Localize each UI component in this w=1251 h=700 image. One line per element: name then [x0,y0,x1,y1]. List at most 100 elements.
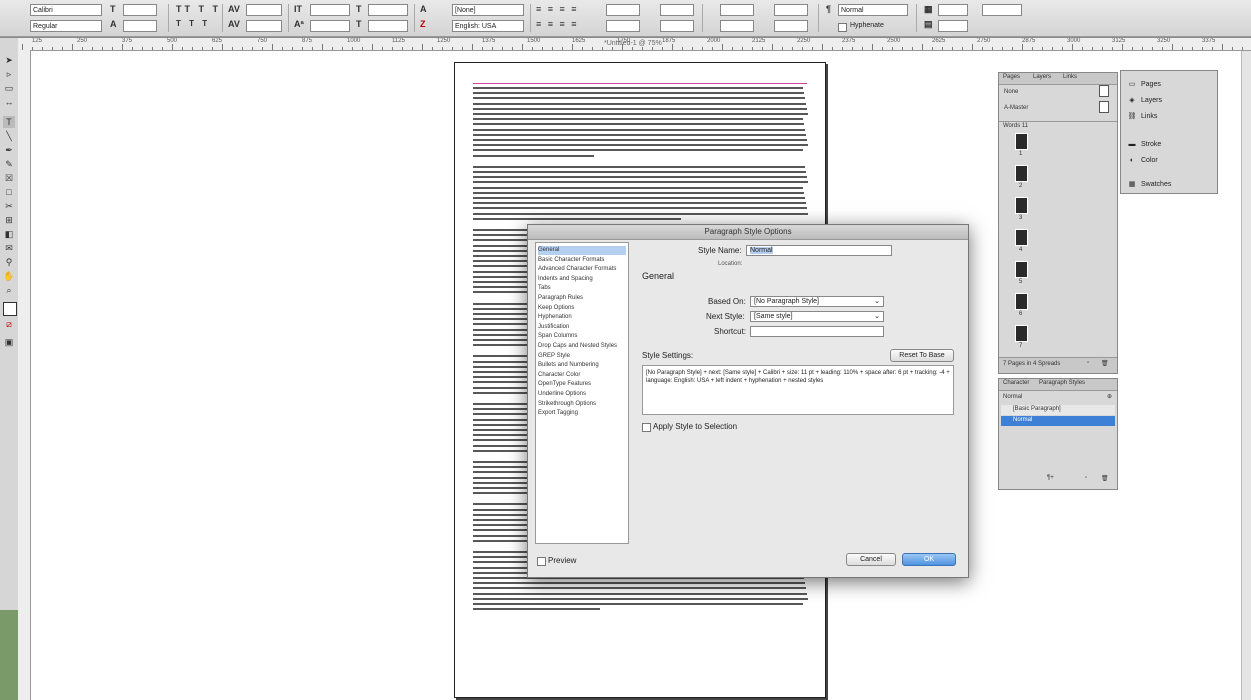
a-master-thumb[interactable] [1099,101,1109,113]
style-item-basic[interactable]: [Basic Paragraph] [1001,405,1115,415]
category-item[interactable]: Bullets and Numbering [538,361,626,370]
delete-style-icon[interactable]: 🗑 [1101,475,1109,482]
pencil-tool-icon[interactable]: ✎ [3,158,15,170]
page-thumbnail[interactable] [1015,197,1028,214]
language-field[interactable]: English: USA [452,20,524,32]
panel-item-pages[interactable]: ▭ Pages [1127,77,1161,93]
next-style-select[interactable]: [Same style] ⌄ [750,311,884,322]
horizontal-scale-field[interactable] [368,4,408,16]
based-on-select[interactable]: [No Paragraph Style] ⌄ [750,296,884,307]
preview-checkbox[interactable] [537,557,546,566]
justify-icon[interactable]: ≡ ≡ ≡ ≡ [536,19,579,29]
last-line-indent-field[interactable] [660,20,694,32]
drop-cap-lines-field[interactable] [774,4,808,16]
reset-to-base-button[interactable]: Reset To Base [890,349,954,362]
new-style-icon[interactable]: ⊕ [1107,393,1112,400]
leading-field[interactable] [123,20,157,32]
panel-item-layers[interactable]: ◈ Layers [1127,93,1162,109]
panel-item-swatches[interactable]: ▦ Swatches [1127,177,1172,193]
line-tool-icon[interactable]: ╲ [3,130,15,142]
screen-mode-icon[interactable]: ▣ [3,336,15,348]
vertical-scale-field[interactable] [310,4,350,16]
eyedropper-tool-icon[interactable]: ⚲ [3,256,15,268]
fill-color-icon[interactable]: Z [420,19,426,29]
zoom-tool-icon[interactable]: ⌕ [3,284,15,296]
page-thumbnail[interactable] [1015,325,1028,342]
baseline-shift-field[interactable] [310,20,350,32]
page-tool-icon[interactable]: ▭ [3,82,15,94]
tracking-icon[interactable]: AV [228,19,240,29]
page-thumbnail[interactable] [1015,133,1028,150]
scissors-tool-icon[interactable]: ✂ [3,200,15,212]
horizontal-scale-icon[interactable]: T [356,4,362,14]
strikethrough-icon[interactable]: T T T [176,19,210,28]
gap-tool-icon[interactable]: ↔ [3,96,15,108]
rectangle-tool-icon[interactable]: □ [3,186,15,198]
font-family-field[interactable]: Calibri [30,4,102,16]
gradient-tool-icon[interactable]: ◧ [3,228,15,240]
category-item[interactable]: Keep Options [538,304,626,313]
columns-icon[interactable]: ▦ [924,4,933,15]
leading-icon[interactable]: A [110,19,117,29]
skew-field[interactable] [368,20,408,32]
category-item[interactable]: Character Color [538,371,626,380]
font-style-field[interactable]: Regular [30,20,102,32]
paragraph-style-field[interactable]: Normal [838,4,908,16]
category-item[interactable]: Indents and Spacing [538,275,626,284]
page-thumbnail[interactable] [1015,165,1028,182]
pen-tool-icon[interactable]: ✒ [3,144,15,156]
category-item[interactable]: Justification [538,323,626,332]
category-item[interactable]: Drop Caps and Nested Styles [538,342,626,351]
align-grid-icon[interactable]: ▤ [924,19,933,30]
category-item[interactable]: General [538,246,626,255]
kerning-icon[interactable]: AV [228,4,240,14]
delete-page-icon[interactable]: 🗑 [1101,360,1109,367]
skew-icon[interactable]: T [356,19,362,29]
type-tool-icon[interactable]: T [3,116,15,128]
ok-button[interactable]: OK [902,553,956,566]
category-item[interactable]: Strikethrough Options [538,400,626,409]
font-size-field[interactable] [123,4,157,16]
free-transform-tool-icon[interactable]: ⊞ [3,214,15,226]
none-master-thumb[interactable] [1099,85,1109,97]
align-left-icon[interactable]: ≡ ≡ ≡ ≡ [536,4,579,14]
panel-item-stroke[interactable]: ▬ Stroke [1127,137,1162,153]
clear-override-icon[interactable]: ¶+ [1047,475,1054,481]
all-caps-icon[interactable]: TT T T [176,4,221,14]
baseline-shift-icon[interactable]: Aª [294,19,304,29]
direct-selection-tool-icon[interactable]: ▹ [3,68,15,80]
tab-links[interactable]: Links [1063,74,1077,80]
tab-layers[interactable]: Layers [1033,74,1051,80]
right-indent-field[interactable] [660,4,694,16]
new-paragraph-style-icon[interactable]: ▫ [1085,475,1087,481]
category-item[interactable]: Advanced Character Formats [538,265,626,274]
columns-field[interactable] [938,4,968,16]
category-item[interactable]: Paragraph Rules [538,294,626,303]
rectangle-frame-tool-icon[interactable]: ☒ [3,172,15,184]
category-item[interactable]: Underline Options [538,390,626,399]
hyphenate-checkbox[interactable] [838,23,847,32]
category-item[interactable]: Span Columns [538,332,626,341]
font-size-icon[interactable]: T [110,4,116,14]
gutter-field[interactable] [938,20,968,32]
tracking-field[interactable] [246,20,282,32]
a-master[interactable]: A-Master [1004,105,1028,111]
category-item[interactable]: Basic Character Formats [538,256,626,265]
style-name-input[interactable]: Normal [746,245,892,256]
space-before-field[interactable] [720,4,754,16]
kerning-field[interactable] [246,4,282,16]
apply-style-checkbox[interactable] [642,423,651,432]
panel-item-links[interactable]: ⛓ Links [1127,109,1158,125]
hand-tool-icon[interactable]: ✋ [3,270,15,282]
tab-character[interactable]: Character [1003,380,1029,386]
fill-swatch-icon[interactable] [3,302,17,316]
bullets-field[interactable] [982,4,1022,16]
stroke-swatch-icon[interactable]: ⧄ [3,318,15,330]
none-master[interactable]: None [1004,89,1018,95]
shortcut-input[interactable] [750,326,884,337]
vertical-scale-icon[interactable]: IT [294,4,302,14]
page-thumbnail[interactable] [1015,261,1028,278]
left-indent-field[interactable] [606,4,640,16]
drop-cap-chars-field[interactable] [774,20,808,32]
category-item[interactable]: Export Tagging [538,409,626,418]
